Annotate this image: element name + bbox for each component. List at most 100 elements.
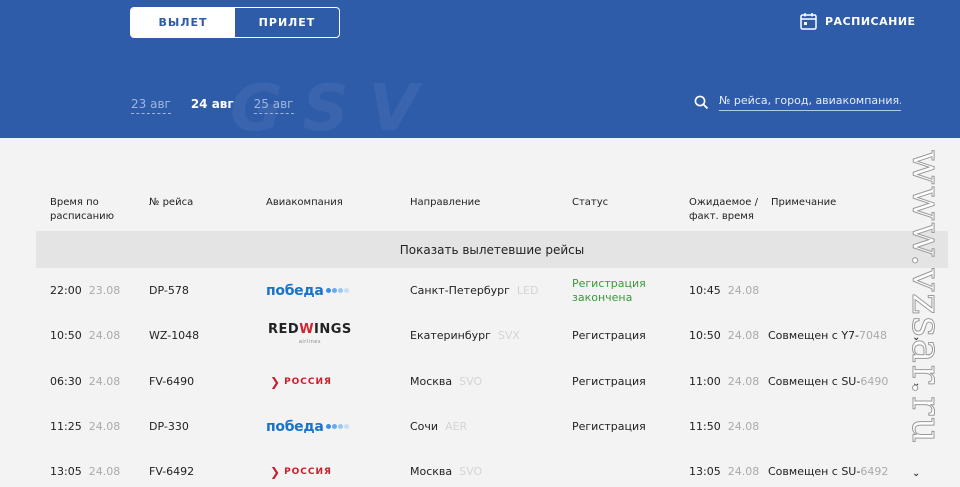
redwings-text: RED [268,321,300,337]
column-header-actual-time: Ожидаемое / факт. время [689,196,758,224]
column-header-status: Статус [572,197,609,208]
flight-number: DP-578 [149,284,189,297]
date-value: 24.08 [727,284,760,297]
note-text: Совмещен с SU- [768,375,861,388]
time-value: 11:50 [689,420,721,433]
direction: Москва SVO [410,359,482,404]
actual-time: 11:50 24.08 [689,404,759,449]
time-value: 11:00 [689,375,721,388]
rossiya-mark-icon: ❯ [270,464,282,479]
date-value: 24.08 [727,465,760,478]
pobeda-logo: победа [266,404,350,449]
search-box: № рейса, город, авиакомпания... [694,94,901,111]
status-line: закончена [572,290,633,304]
status-line: Регистрация [572,276,646,290]
redwings-text: INGS [314,321,352,337]
redwings-wing-mark: W [299,321,315,337]
column-header-direction: Направление [410,197,481,208]
actual-time: 13:05 24.08 [689,449,759,487]
note: Совмещен с SU- 6490 [768,359,888,404]
time-value: 10:45 [689,284,721,297]
schedule-link[interactable]: РАСПИСАНИЕ [800,12,916,30]
city-name: Санкт-Петербург [410,284,510,297]
tab-arrival[interactable]: ПРИЛЕТ [235,8,339,37]
airport-code: SVO [459,375,483,388]
note-text: Совмещен с SU- [768,465,861,478]
time-value: 11:25 [50,420,82,433]
date-24[interactable]: 24 авг [191,97,234,114]
flight-number: DP-330 [149,420,189,433]
rossiya-wordmark: РОССИЯ [284,376,332,387]
show-departed-button[interactable]: Показать вылетевшие рейсы [36,231,948,268]
date-value: 24.08 [727,375,760,388]
direction: Сочи AER [410,404,467,449]
site-watermark: www.vzsar.ru [905,150,949,446]
rossiya-mark-icon: ❯ [270,374,282,389]
search-icon[interactable] [694,95,709,110]
column-header-note: Примечание [771,197,837,208]
time-value: 13:05 [50,465,82,478]
date-value: 24.08 [88,420,121,433]
date-value: 24.08 [88,375,121,388]
time-value: 22:00 [50,284,82,297]
status: Регистрация [572,375,646,388]
rossiya-wordmark: РОССИЯ [284,466,332,477]
note: Совмещен с SU- 6492 [768,449,888,487]
redwings-logo: REDWINGS airlines [268,313,352,358]
note: Совмещен с Y7- 7048 [768,313,887,358]
scheduled-time: 10:50 24.08 [50,313,120,358]
column-header-text: Время по [50,197,99,208]
city-name: Москва [410,465,453,478]
flight-number: FV-6490 [149,375,195,388]
table-row[interactable]: 11:25 24.08 DP-330 победа Сочи AER Регис… [0,404,960,449]
date-value: 24.08 [88,465,121,478]
schedule-label: РАСПИСАНИЕ [825,14,916,28]
status: Регистрация [572,329,646,342]
rossiya-logo: ❯ РОССИЯ [270,449,332,487]
date-selector: 23 авг 24 авг 25 авг [131,97,314,114]
pobeda-wordmark: победа [266,282,324,299]
date-value: 24.08 [727,420,760,433]
actual-time: 10:45 24.08 [689,268,759,313]
city-name: Москва [410,375,453,388]
pobeda-dots-icon [325,424,350,429]
pobeda-logo: победа [266,268,350,313]
note-code: 6490 [860,375,889,388]
flight-number: WZ-1048 [149,329,200,342]
date-25[interactable]: 25 авг [253,97,294,114]
header-bar: GSV ВЫЛЕТ ПРИЛЕТ РАСПИСАНИЕ 23 авг 24 ав… [0,0,960,138]
redwings-subtitle: airlines [298,338,321,345]
airport-code: LED [516,284,539,297]
table-row[interactable]: 22:00 23.08 DP-578 победа Санкт-Петербур… [0,268,960,313]
note-text: Совмещен с Y7- [768,329,860,342]
pobeda-dots-icon [325,288,350,293]
search-input[interactable]: № рейса, город, авиакомпания... [719,94,901,111]
table-row[interactable]: 13:05 24.08 FV-6492 ❯ РОССИЯ Москва SVO 1… [0,449,960,487]
city-name: Екатеринбург [410,329,491,342]
column-header-flight: № рейса [149,197,194,208]
column-header-text: факт. время [689,211,754,222]
flight-number: FV-6492 [149,465,195,478]
pobeda-wordmark: победа [266,418,324,435]
table-row[interactable]: 10:50 24.08 WZ-1048 REDWINGS airlines Ек… [0,313,960,358]
calendar-icon [800,13,817,30]
time-value: 13:05 [689,465,721,478]
time-value: 10:50 [50,329,82,342]
scheduled-time: 06:30 24.08 [50,359,120,404]
airport-code: AER [445,420,468,433]
column-header-scheduled-time: Время по расписанию [50,196,114,224]
tab-departure[interactable]: ВЫЛЕТ [131,8,235,37]
scheduled-time: 13:05 24.08 [50,449,120,487]
date-23[interactable]: 23 авг [131,97,171,114]
table-row[interactable]: 06:30 24.08 FV-6490 ❯ РОССИЯ Москва SVO Р… [0,359,960,404]
time-value: 06:30 [50,375,82,388]
note-code: 7048 [859,329,888,342]
status: Регистрация [572,420,646,433]
date-value: 24.08 [88,329,121,342]
scheduled-time: 11:25 24.08 [50,404,120,449]
note-code: 6492 [860,465,889,478]
scheduled-time: 22:00 23.08 [50,268,120,313]
direction: Санкт-Петербург LED [410,268,538,313]
direction: Екатеринбург SVX [410,313,520,358]
column-header-airline: Авиакомпания [266,197,343,208]
